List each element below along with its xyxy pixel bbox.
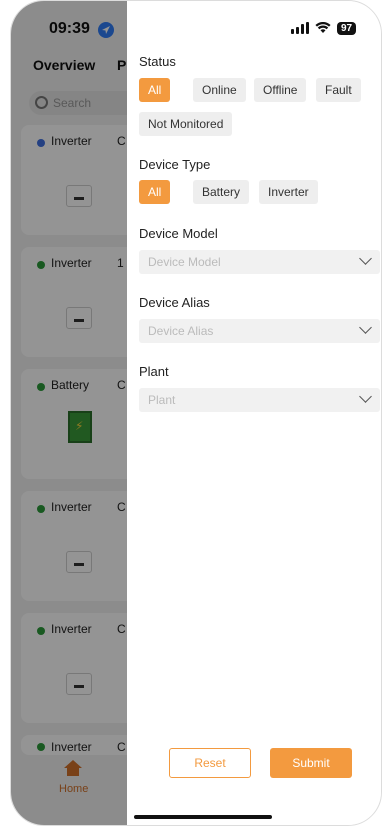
chevron-down-icon	[359, 390, 372, 403]
modal-overlay[interactable]	[11, 1, 127, 825]
submit-button[interactable]: Submit	[270, 748, 352, 778]
device-type-title: Device Type	[139, 157, 211, 172]
status-icons: 97	[291, 20, 357, 36]
type-chip-all[interactable]: All	[139, 180, 171, 204]
wifi-icon	[315, 22, 331, 33]
chevron-down-icon	[359, 252, 372, 265]
plant-placeholder: Plant	[148, 393, 176, 407]
signal-icon	[291, 22, 309, 34]
device-model-placeholder: Device Model	[148, 255, 221, 269]
phone-frame: 09:39 Overview P Search Inverter C Inver…	[10, 0, 382, 826]
type-chip-inverter[interactable]: Inverter	[259, 180, 318, 204]
device-alias-placeholder: Device Alias	[148, 324, 214, 338]
device-model-select[interactable]: Device Model	[139, 250, 380, 274]
battery-indicator: 97	[337, 21, 357, 35]
status-chip-fault[interactable]: Fault	[316, 78, 361, 102]
filter-drawer: Status All Online Offline Fault Not Moni…	[127, 1, 381, 825]
status-title: Status	[139, 54, 176, 69]
status-chip-online[interactable]: Online	[193, 78, 246, 102]
status-chip-offline[interactable]: Offline	[254, 78, 307, 102]
status-chip-all[interactable]: All	[139, 78, 171, 102]
plant-title: Plant	[139, 364, 169, 379]
device-alias-select[interactable]: Device Alias	[139, 319, 380, 343]
chevron-down-icon	[359, 321, 372, 334]
status-chip-not-monitored[interactable]: Not Monitored	[139, 112, 233, 136]
device-model-title: Device Model	[139, 226, 218, 241]
type-chip-battery[interactable]: Battery	[193, 180, 250, 204]
device-alias-title: Device Alias	[139, 295, 210, 310]
plant-select[interactable]: Plant	[139, 388, 380, 412]
home-indicator[interactable]	[134, 815, 272, 819]
reset-button[interactable]: Reset	[169, 748, 251, 778]
